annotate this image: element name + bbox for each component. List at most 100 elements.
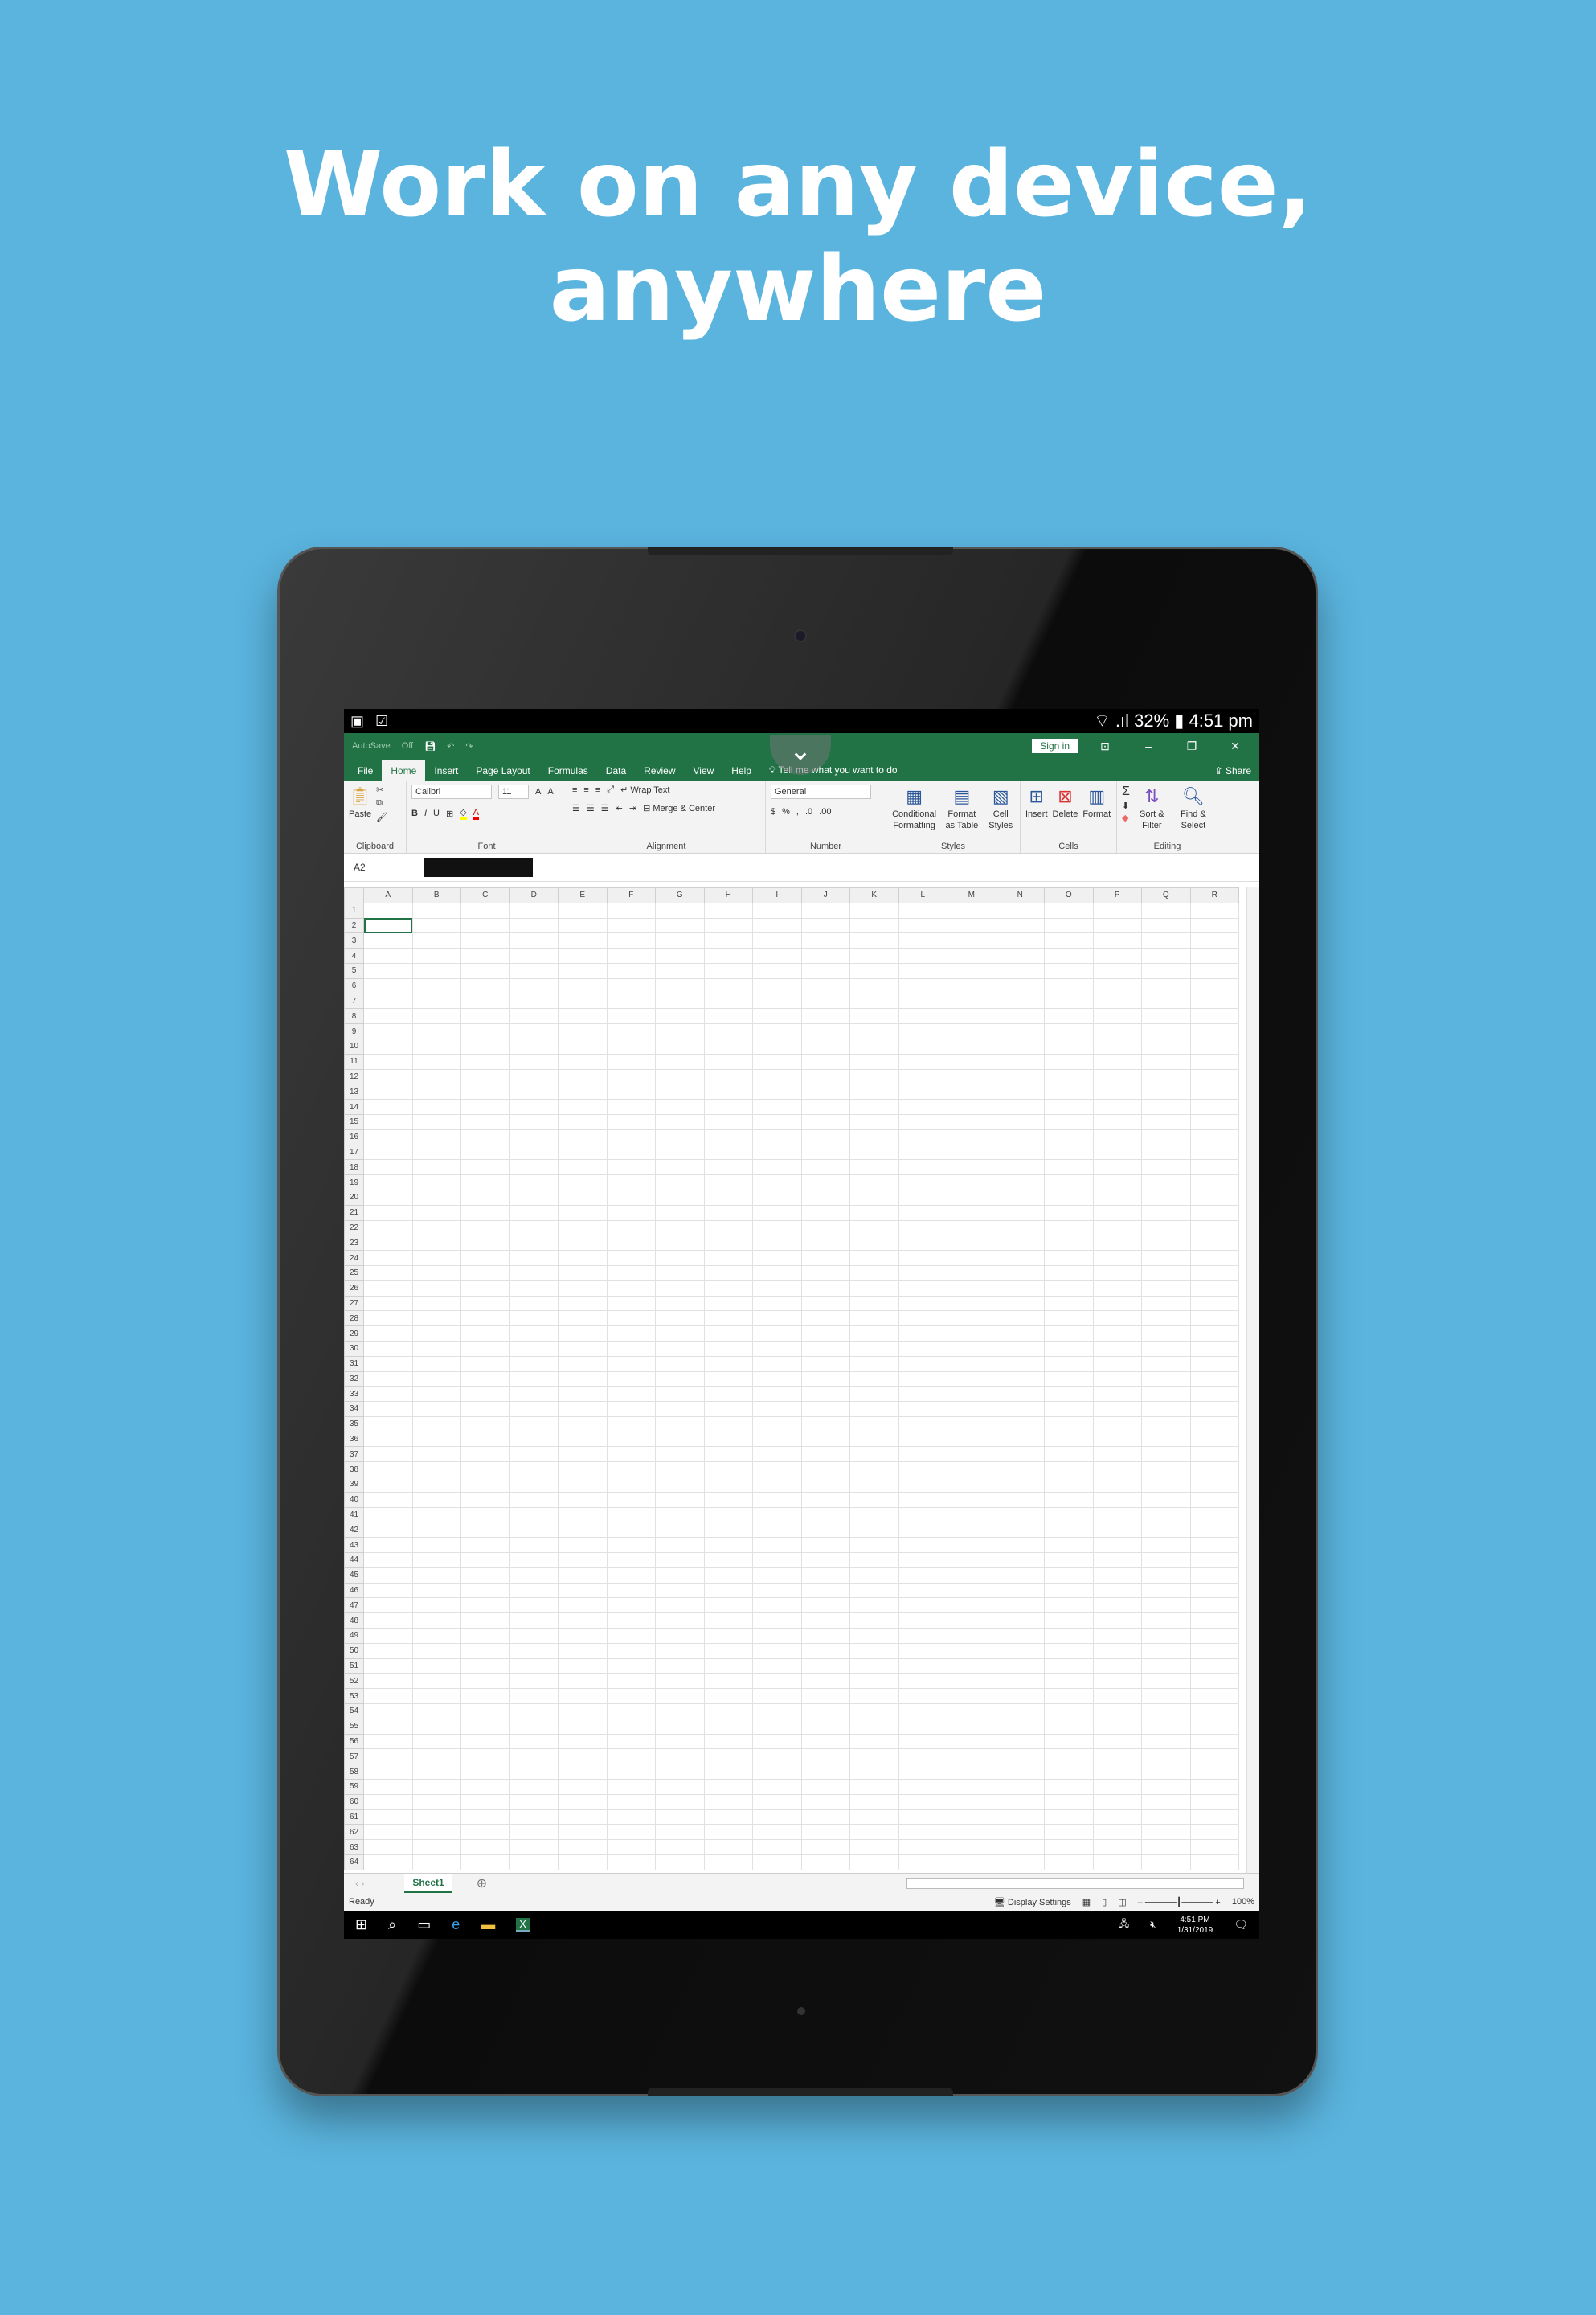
cell[interactable]	[1044, 1703, 1094, 1719]
cell[interactable]	[995, 1038, 1045, 1055]
cell[interactable]	[898, 1446, 947, 1463]
cell[interactable]	[1092, 1642, 1142, 1659]
cell[interactable]	[363, 1189, 413, 1206]
page-break-view-icon[interactable]: ◫	[1118, 1897, 1126, 1907]
cell[interactable]	[655, 1084, 705, 1100]
cell[interactable]	[1141, 1204, 1191, 1221]
cell[interactable]	[363, 1174, 413, 1190]
tab-home[interactable]: Home	[382, 760, 426, 781]
cell[interactable]	[558, 1537, 608, 1554]
cell[interactable]	[849, 977, 899, 994]
cell[interactable]	[849, 1340, 899, 1357]
cell[interactable]	[752, 1038, 802, 1055]
cell[interactable]	[1092, 1264, 1142, 1281]
cell[interactable]	[1189, 1688, 1239, 1705]
cell[interactable]	[363, 1703, 413, 1719]
cell[interactable]	[363, 1386, 413, 1403]
cell[interactable]	[1092, 1068, 1142, 1085]
cell[interactable]	[849, 993, 899, 1010]
cell[interactable]	[558, 1280, 608, 1297]
cell[interactable]	[800, 1733, 850, 1750]
cell[interactable]	[1141, 1159, 1191, 1176]
cell[interactable]	[655, 1824, 705, 1841]
cell[interactable]	[849, 1174, 899, 1190]
cell[interactable]	[509, 1612, 559, 1629]
cell[interactable]	[703, 1764, 753, 1780]
cell[interactable]	[509, 1174, 559, 1190]
cell[interactable]	[1092, 1113, 1142, 1130]
cell[interactable]	[655, 1628, 705, 1644]
cell[interactable]	[1141, 1084, 1191, 1100]
cell[interactable]	[703, 1371, 753, 1387]
cell[interactable]	[606, 1703, 656, 1719]
cell[interactable]	[509, 1084, 559, 1100]
cell[interactable]	[363, 1764, 413, 1780]
cell[interactable]	[655, 1113, 705, 1130]
row-header[interactable]: 21	[344, 1204, 364, 1221]
cell[interactable]	[849, 932, 899, 949]
cell[interactable]	[363, 932, 413, 949]
cell[interactable]	[509, 1597, 559, 1614]
cell[interactable]	[947, 1340, 996, 1357]
cell[interactable]	[558, 1401, 608, 1417]
cell[interactable]	[606, 932, 656, 949]
cell[interactable]	[1092, 1219, 1142, 1236]
cell[interactable]	[849, 1189, 899, 1206]
cell[interactable]	[509, 917, 559, 934]
cell[interactable]	[703, 1340, 753, 1357]
cell[interactable]	[703, 1657, 753, 1674]
cell[interactable]	[800, 932, 850, 949]
cell[interactable]	[703, 1824, 753, 1841]
cell[interactable]	[558, 1612, 608, 1629]
cell[interactable]	[558, 948, 608, 964]
cell[interactable]	[411, 1779, 461, 1795]
cell[interactable]	[752, 1657, 802, 1674]
cell[interactable]	[1189, 1612, 1239, 1629]
select-all-corner[interactable]	[344, 887, 364, 903]
cell[interactable]	[1044, 902, 1094, 919]
cell[interactable]	[898, 1854, 947, 1870]
cell[interactable]	[995, 1612, 1045, 1629]
cell[interactable]	[411, 962, 461, 979]
underline-icon[interactable]: U	[433, 809, 440, 818]
cell[interactable]	[898, 917, 947, 934]
cell[interactable]	[606, 1567, 656, 1584]
cell[interactable]	[558, 1688, 608, 1705]
cell[interactable]	[558, 1371, 608, 1387]
cell[interactable]	[655, 1144, 705, 1161]
cell[interactable]	[849, 1793, 899, 1810]
cell[interactable]	[606, 1477, 656, 1493]
row-header[interactable]: 28	[344, 1310, 364, 1327]
cell[interactable]	[460, 902, 510, 919]
cell[interactable]	[606, 1537, 656, 1554]
cell[interactable]	[655, 1718, 705, 1735]
cell[interactable]	[898, 1355, 947, 1372]
cell[interactable]	[898, 962, 947, 979]
cell[interactable]	[849, 1386, 899, 1403]
cell[interactable]	[1092, 1401, 1142, 1417]
cell[interactable]	[411, 1567, 461, 1584]
cell[interactable]	[947, 1310, 996, 1327]
cell[interactable]	[947, 1174, 996, 1190]
cell[interactable]	[898, 1809, 947, 1825]
cell[interactable]	[995, 1597, 1045, 1614]
row-header[interactable]: 34	[344, 1401, 364, 1417]
taskbar-clock[interactable]: 4:51 PM 1/31/2019	[1177, 1915, 1213, 1936]
cell[interactable]	[800, 1597, 850, 1614]
cell[interactable]	[703, 1355, 753, 1372]
cell[interactable]	[558, 977, 608, 994]
cell[interactable]	[411, 1371, 461, 1387]
cell[interactable]	[752, 917, 802, 934]
cell[interactable]	[947, 948, 996, 964]
cell[interactable]	[752, 1839, 802, 1855]
cell[interactable]	[703, 1310, 753, 1327]
cell[interactable]	[1092, 1295, 1142, 1312]
cell[interactable]	[1092, 1280, 1142, 1297]
cell[interactable]	[460, 1854, 510, 1870]
cell[interactable]	[703, 1174, 753, 1190]
cell[interactable]	[1092, 1235, 1142, 1252]
cell[interactable]	[558, 1628, 608, 1644]
cell[interactable]	[800, 1325, 850, 1342]
row-header[interactable]: 15	[344, 1113, 364, 1130]
cell[interactable]	[995, 1779, 1045, 1795]
